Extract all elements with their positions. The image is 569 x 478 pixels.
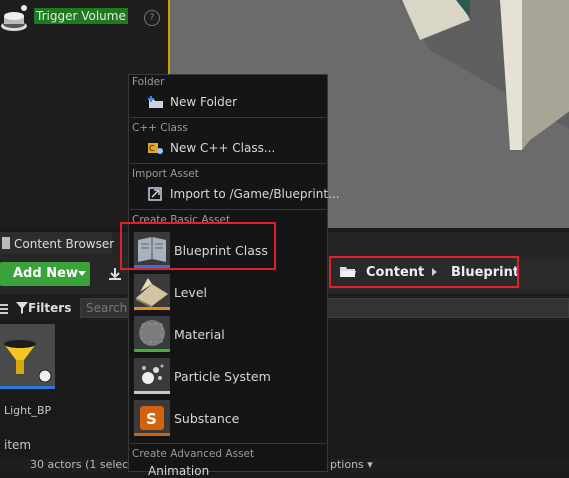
menu-icon[interactable] [0, 303, 8, 314]
content-browser-tab-label[interactable]: Content Browser [14, 237, 114, 251]
particle-system-icon [134, 358, 170, 394]
content-browser-icon [2, 237, 10, 249]
asset-name[interactable]: Light_BP [4, 404, 51, 417]
menu-item-substance[interactable]: Substance [174, 411, 239, 426]
view-options-button[interactable]: ptions ▾ [330, 458, 373, 471]
menu-item-new-folder[interactable]: New Folder [170, 95, 237, 109]
section-header-folder: Folder [132, 76, 165, 88]
menu-separator [130, 209, 326, 210]
svg-text:C: C [149, 144, 155, 153]
menu-item-new-cpp-class[interactable]: New C++ Class... [170, 141, 275, 155]
menu-separator [130, 163, 326, 164]
filters-label[interactable]: Filters [28, 301, 71, 315]
level-icon [134, 274, 170, 310]
item-count: item [4, 438, 32, 452]
filter-icon [16, 302, 28, 314]
menu-item-import-to[interactable]: Import to /Game/Blueprint... [170, 187, 340, 201]
menu-item-material[interactable]: Material [174, 327, 225, 342]
section-header-cpp: C++ Class [132, 122, 188, 134]
chevron-down-icon[interactable] [78, 271, 86, 276]
menu-item-level[interactable]: Level [174, 285, 207, 300]
material-icon [134, 316, 170, 352]
asset-thumbnail[interactable] [0, 324, 55, 389]
menu-separator [130, 117, 326, 118]
menu-item-animation[interactable]: Animation [148, 464, 209, 478]
trigger-volume-icon[interactable] [0, 2, 30, 32]
menu-item-particle-system[interactable]: Particle System [174, 369, 271, 384]
help-icon[interactable]: ? [144, 10, 160, 26]
add-new-label[interactable]: Add New [13, 266, 78, 281]
svg-text:S: S [146, 410, 157, 428]
section-header-advanced: Create Advanced Asset [132, 448, 255, 460]
status-text: 30 actors (1 selec [30, 458, 129, 471]
new-folder-icon [148, 95, 164, 109]
annotation-highlight-path [329, 256, 519, 288]
cpp-class-icon: C [148, 141, 164, 155]
import-icon [148, 187, 164, 201]
search-placeholder: Search [86, 301, 128, 315]
menu-separator [130, 443, 326, 444]
trigger-volume-label[interactable]: Trigger Volume [34, 8, 128, 24]
section-header-import: Import Asset [132, 168, 199, 180]
annotation-highlight-blueprint-class [120, 222, 276, 270]
substance-icon: S [134, 400, 170, 436]
